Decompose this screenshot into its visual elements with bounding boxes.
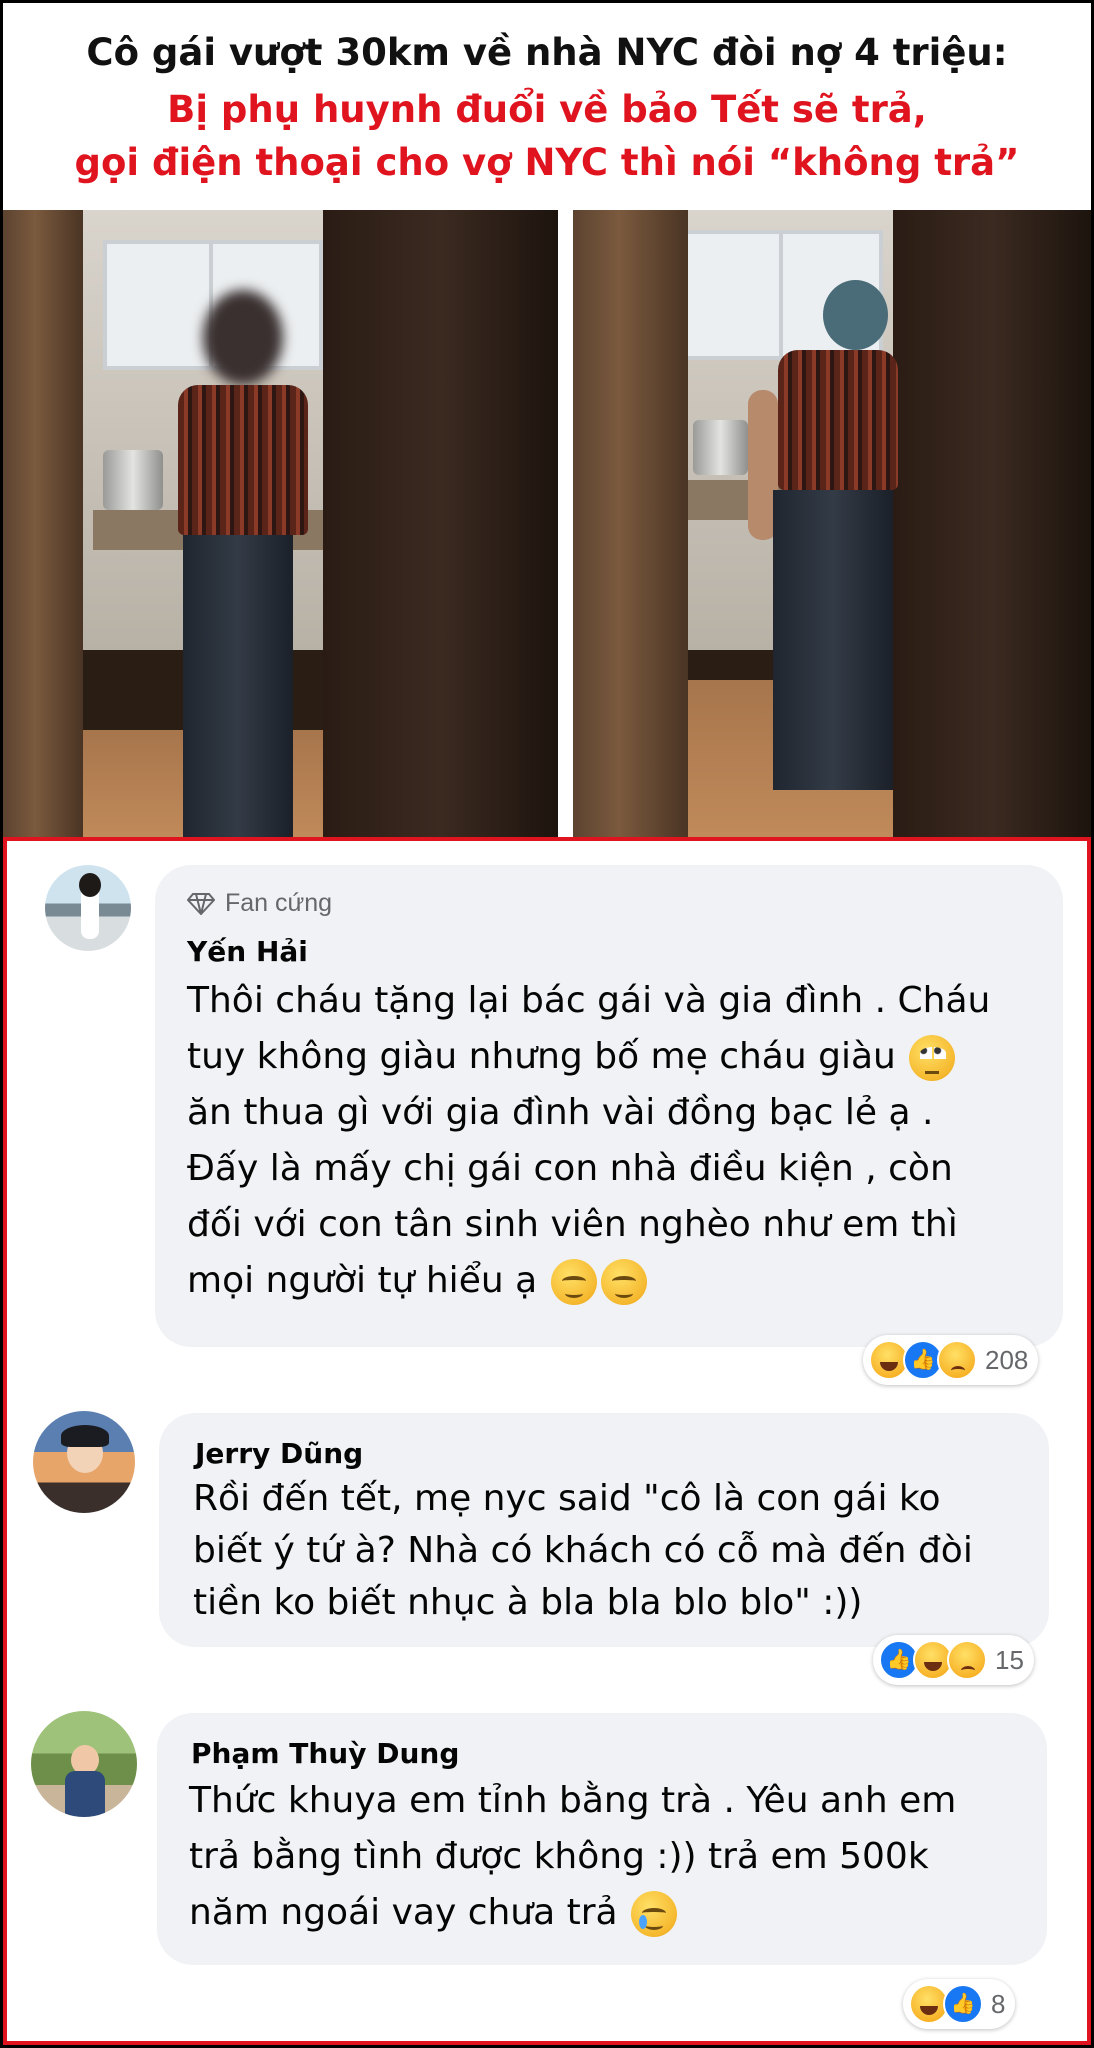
comment-bubble-3: Phạm Thuỳ Dung Thức khuya em tỉnh bằng t… [157,1713,1047,1965]
diamond-icon [187,892,215,915]
photo-right [573,210,1091,837]
comment-bubble-2: Jerry Dũng Rồi đến tết, mẹ nyc said "cô … [159,1413,1049,1647]
comment-text: Thôi cháu tặng lại bác gái và gia đình .… [187,973,1047,1309]
avatar-hair [79,873,101,897]
comment-bubble-1: Fan cứng Yến Hải Thôi cháu tặng lại bác … [155,865,1063,1347]
reactions-summary-1[interactable]: 👍 208 [863,1335,1039,1385]
rice-cooker [103,450,163,510]
dark-door [323,210,558,837]
thumbs-up-icon: 👍 [943,1984,983,2024]
sad-face-icon [937,1340,977,1380]
headline-line-3: gọi điện thoại cho vợ NYC thì nói “không… [74,141,1020,184]
reaction-count: 15 [995,1644,1024,1675]
commenter-name[interactable]: Jerry Dũng [195,1437,363,1470]
face-rolling-eyes-icon [909,1035,956,1081]
avatar[interactable] [33,1411,135,1513]
comment-text-body: Thức khuya em tỉnh bằng trà . Yêu anh em… [189,1780,957,1933]
photo-strip [3,210,1091,837]
striped-shirt [778,350,898,490]
door-frame [573,210,688,837]
reaction-count: 208 [985,1344,1029,1375]
comment-text-part-1: Thôi cháu tặng lại bác gái và gia đình .… [187,980,991,1077]
rice-cooker [693,420,748,475]
door-frame [3,210,83,837]
avatar[interactable] [31,1711,137,1817]
striped-shirt [178,385,308,535]
comment-text: Rồi đến tết, mẹ nyc said "cô là con gái … [193,1478,973,1623]
pants [183,535,293,837]
avatar-hair [61,1425,109,1447]
commenter-name[interactable]: Phạm Thuỳ Dung [191,1737,459,1770]
commenter-name[interactable]: Yến Hải [187,935,308,968]
pants [773,490,893,790]
avatar[interactable] [45,865,131,951]
comment-text: Thức khuya em tỉnh bằng trà . Yêu anh em… [189,1773,1039,1941]
head-scarf [823,280,888,350]
reactions-summary-3[interactable]: 👍 8 [903,1979,1016,2029]
headline-line-2: Bị phụ huynh đuổi về bảo Tết sẽ trả, [167,88,927,131]
badge-label: Fan cứng [225,889,333,917]
reactions-summary-2[interactable]: 👍 15 [873,1635,1034,1685]
pensive-face-icon [550,1259,597,1305]
pensive-face-icon [600,1259,647,1305]
sad-face-icon [947,1640,987,1680]
reaction-count: 8 [991,1988,1006,2019]
headline: Cô gái vượt 30km về nhà NYC đòi nợ 4 tri… [3,3,1091,210]
avatar-body [65,1771,105,1817]
headline-line-1: Cô gái vượt 30km về nhà NYC đòi nợ 4 tri… [86,31,1008,74]
blurred-head [203,290,283,385]
photo-left [3,210,558,837]
dark-door [893,210,1091,837]
badge: Fan cứng [187,889,332,918]
post-image: Cô gái vượt 30km về nhà NYC đòi nợ 4 tri… [3,3,1091,2045]
crying-face-icon [631,1891,678,1937]
comments-screenshot: Fan cứng Yến Hải Thôi cháu tặng lại bác … [3,837,1091,2045]
